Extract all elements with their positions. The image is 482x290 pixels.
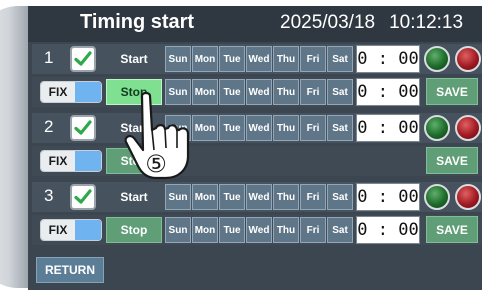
- day-thu[interactable]: Thu: [273, 79, 299, 105]
- day-sat[interactable]: Sat: [327, 217, 353, 243]
- day-sun[interactable]: Sun: [165, 115, 191, 141]
- timer-number: 3: [44, 186, 54, 205]
- enable-checkbox[interactable]: [70, 184, 96, 210]
- header-bar: Timing start 2025/03/18 10:12:13: [28, 6, 482, 42]
- day-fri[interactable]: Fri: [300, 217, 326, 243]
- start-label: Start: [120, 190, 148, 204]
- fix-toggle[interactable]: FIX: [40, 219, 102, 241]
- red-indicator-icon: [455, 184, 481, 210]
- start-time-field[interactable]: 0 : 00: [356, 183, 420, 211]
- device-frame: Timing start 2025/03/18 10:12:13 1 Start …: [0, 0, 482, 290]
- save-button[interactable]: SAVE: [426, 147, 478, 174]
- fix-toggle-slot: [75, 220, 101, 240]
- clock-time: 10:12:13: [389, 12, 464, 33]
- start-time-field[interactable]: 0 : 00: [356, 45, 420, 73]
- fix-label: FIX: [41, 220, 75, 240]
- day-wed[interactable]: Wed: [246, 46, 272, 72]
- start-day-selector: Sun Mon Tue Wed Thu Fri Sat: [165, 46, 354, 72]
- day-fri[interactable]: Fri: [300, 46, 326, 72]
- start-day-selector: Sun Mon Tue Wed Thu Fri Sat: [165, 184, 354, 210]
- day-wed[interactable]: Wed: [246, 115, 272, 141]
- clock-display: 2025/03/18 10:12:13: [280, 12, 463, 34]
- day-fri[interactable]: Fri: [300, 184, 326, 210]
- day-wed[interactable]: Wed: [246, 184, 272, 210]
- day-mon[interactable]: Mon: [192, 115, 218, 141]
- timing-screen: Timing start 2025/03/18 10:12:13 1 Start …: [28, 6, 482, 290]
- day-thu[interactable]: Thu: [273, 217, 299, 243]
- day-tue[interactable]: Tue: [219, 46, 245, 72]
- day-thu[interactable]: Thu: [273, 184, 299, 210]
- fix-toggle[interactable]: FIX: [40, 150, 102, 172]
- day-tue[interactable]: Tue: [219, 217, 245, 243]
- green-indicator-icon: [424, 115, 450, 141]
- day-sat[interactable]: Sat: [327, 115, 353, 141]
- day-fri[interactable]: Fri: [300, 115, 326, 141]
- day-tue[interactable]: Tue: [219, 184, 245, 210]
- start-row: 1 Start Sun Mon Tue Wed Thu Fri Sat 0 : …: [32, 44, 482, 74]
- green-indicator-icon: [424, 46, 450, 72]
- timer-group-1: 1 Start Sun Mon Tue Wed Thu Fri Sat 0 : …: [32, 44, 482, 110]
- timer-group-3: 3 Start Sun Mon Tue Wed Thu Fri Sat 0 : …: [32, 182, 482, 248]
- stop-time-field[interactable]: 0 : 00: [356, 216, 420, 244]
- day-thu[interactable]: Thu: [273, 115, 299, 141]
- save-button[interactable]: SAVE: [426, 78, 478, 105]
- start-row: 3 Start Sun Mon Tue Wed Thu Fri Sat 0 : …: [32, 182, 482, 212]
- fix-label: FIX: [41, 151, 75, 171]
- fix-toggle-slot: [75, 82, 101, 102]
- stop-time-field[interactable]: 0 : 00: [356, 78, 420, 106]
- day-thu[interactable]: Thu: [273, 46, 299, 72]
- enable-checkbox[interactable]: [70, 115, 96, 141]
- day-sun[interactable]: Sun: [165, 217, 191, 243]
- day-sun[interactable]: Sun: [165, 79, 191, 105]
- day-sun[interactable]: Sun: [165, 184, 191, 210]
- day-sat[interactable]: Sat: [327, 46, 353, 72]
- check-icon: [74, 120, 92, 135]
- stop-row: FIX Stop Sun Mon Tue Wed Thu Fri Sat 0 :…: [32, 215, 482, 245]
- save-button[interactable]: SAVE: [426, 216, 478, 243]
- timer-number: 1: [44, 48, 54, 67]
- day-mon[interactable]: Mon: [192, 184, 218, 210]
- day-tue[interactable]: Tue: [219, 115, 245, 141]
- start-time-field[interactable]: 0 : 00: [356, 114, 420, 142]
- timer-number: 2: [44, 117, 54, 136]
- day-wed[interactable]: Wed: [246, 217, 272, 243]
- check-icon: [74, 189, 92, 204]
- day-fri[interactable]: Fri: [300, 79, 326, 105]
- day-sat[interactable]: Sat: [327, 79, 353, 105]
- clock-date: 2025/03/18: [280, 12, 376, 33]
- fix-label: FIX: [41, 82, 75, 102]
- day-mon[interactable]: Mon: [192, 217, 218, 243]
- stop-day-selector: Sun Mon Tue Wed Thu Fri Sat: [165, 217, 354, 243]
- stop-row: FIX Stop SAVE: [32, 146, 482, 176]
- day-mon[interactable]: Mon: [192, 46, 218, 72]
- device-bezel: [0, 6, 30, 288]
- fix-toggle-slot: [75, 151, 101, 171]
- day-mon[interactable]: Mon: [192, 79, 218, 105]
- stop-row: FIX Stop Sun Mon Tue Wed Thu Fri Sat 0 :…: [32, 77, 482, 107]
- check-icon: [74, 51, 92, 66]
- start-label: Start: [120, 52, 148, 66]
- stop-button[interactable]: Stop: [106, 148, 162, 174]
- timer-group-2: 2 Start Sun Mon Tue Wed Thu Fri Sat 0 : …: [32, 113, 482, 179]
- stop-button[interactable]: Stop: [106, 217, 162, 243]
- red-indicator-icon: [455, 46, 481, 72]
- day-wed[interactable]: Wed: [246, 79, 272, 105]
- day-sun[interactable]: Sun: [165, 46, 191, 72]
- start-row: 2 Start Sun Mon Tue Wed Thu Fri Sat 0 : …: [32, 113, 482, 143]
- stop-button[interactable]: Stop: [106, 79, 162, 105]
- red-indicator-icon: [455, 115, 481, 141]
- start-day-selector: Sun Mon Tue Wed Thu Fri Sat: [165, 115, 354, 141]
- enable-checkbox[interactable]: [70, 46, 96, 72]
- fix-toggle[interactable]: FIX: [40, 81, 102, 103]
- green-indicator-icon: [424, 184, 450, 210]
- day-sat[interactable]: Sat: [327, 184, 353, 210]
- page-title: Timing start: [80, 11, 195, 33]
- start-label: Start: [120, 121, 148, 135]
- day-tue[interactable]: Tue: [219, 79, 245, 105]
- stop-day-selector: Sun Mon Tue Wed Thu Fri Sat: [165, 79, 354, 105]
- return-button[interactable]: RETURN: [36, 257, 104, 283]
